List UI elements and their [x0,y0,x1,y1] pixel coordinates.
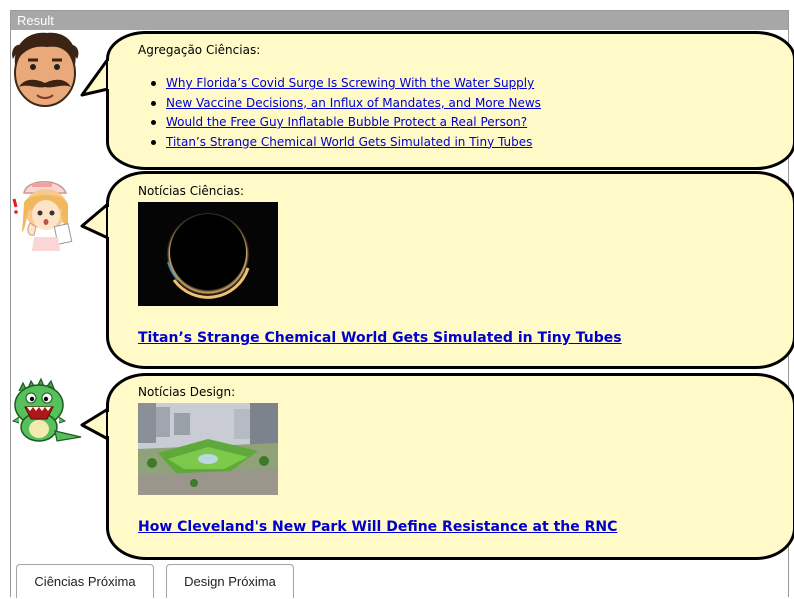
design-news-title: Notícias Design: [138,385,236,399]
news-link[interactable]: New Vaccine Decisions, an Influx of Mand… [166,96,541,110]
aggregation-news-list: Why Florida’s Covid Surge Is Screwing Wi… [148,74,541,152]
result-window: Result Agregação Ciências: Why Florida’s… [10,10,794,598]
tail-join-3 [108,412,114,436]
science-next-button[interactable]: Ciências Próxima [16,564,154,598]
list-item: Would the Free Guy Inflatable Bubble Pro… [148,113,541,133]
window-title: Result [11,11,788,30]
titan-eclipse-image-icon[interactable] [138,202,278,306]
list-item: New Vaccine Decisions, an Influx of Mand… [148,94,541,114]
park-aerial-image-icon[interactable] [138,403,278,495]
mustache-man-avatar-icon [12,32,79,107]
aggregation-title: Agregação Ciências: [138,43,261,57]
green-monster-avatar-icon [11,377,82,442]
science-headline-link[interactable]: Titan’s Strange Chemical World Gets Simu… [138,330,622,346]
design-next-button[interactable]: Design Próxima [166,564,294,598]
tail-join-2 [108,207,114,237]
list-item: Why Florida’s Covid Surge Is Screwing Wi… [148,74,541,94]
design-headline-link[interactable]: How Cleveland's New Park Will Define Res… [138,519,617,535]
news-link[interactable]: Titan’s Strange Chemical World Gets Simu… [166,135,532,149]
science-news-title: Notícias Ciências: [138,184,244,198]
tail-join-1 [108,61,114,89]
nurse-girl-avatar-icon [12,181,73,251]
news-link[interactable]: Would the Free Guy Inflatable Bubble Pro… [166,115,527,129]
list-item: Titan’s Strange Chemical World Gets Simu… [148,133,541,153]
news-link[interactable]: Why Florida’s Covid Surge Is Screwing Wi… [166,76,534,90]
